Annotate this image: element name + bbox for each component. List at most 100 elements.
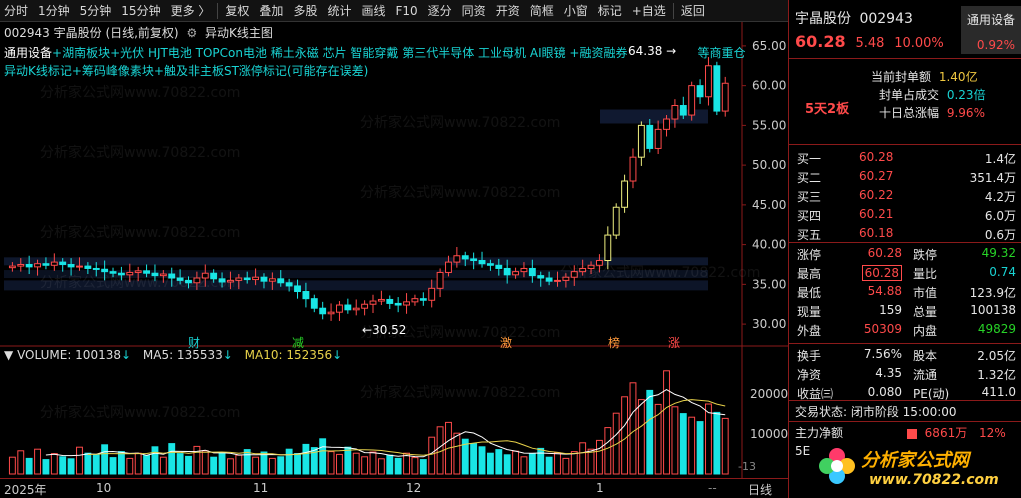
candle-body	[461, 255, 469, 260]
toolbar-item[interactable]: 画线	[356, 0, 390, 22]
toolbar-item[interactable]: 简框	[525, 0, 559, 22]
candle-body	[84, 265, 92, 269]
toolbar-item[interactable]: 15分钟	[116, 0, 165, 22]
grid-label: 股本	[913, 349, 938, 363]
volume-bar	[268, 457, 276, 475]
candle-body	[646, 124, 654, 149]
concept-tail: 等商重仓	[697, 46, 746, 60]
grid-value: 4.35	[875, 366, 902, 380]
stat-label: 当前封单额	[871, 70, 932, 84]
candle-body	[117, 272, 125, 276]
toolbar-item[interactable]: 1分钟	[33, 0, 75, 22]
candle-body	[570, 271, 578, 278]
candle-body	[428, 287, 436, 301]
divider	[789, 58, 1021, 59]
grid-label: 总量	[913, 305, 938, 319]
candle-body	[486, 263, 494, 266]
volume-bar	[84, 452, 92, 475]
toolbar-item[interactable]: 统计	[322, 0, 356, 22]
volume-tick: 20000	[750, 387, 788, 401]
candle-body	[210, 272, 218, 280]
toolbar-item[interactable]: 逐分	[423, 0, 457, 22]
candle-body	[76, 265, 83, 268]
toolbar-item[interactable]: 标记	[593, 0, 627, 22]
event-marker-incentive[interactable]: 激	[500, 334, 512, 351]
period-label[interactable]: 日线	[748, 481, 772, 498]
toolbar-item[interactable]: 小窗	[559, 0, 593, 22]
volume-bar	[637, 399, 645, 475]
toolbar-item[interactable]: 叠加	[254, 0, 288, 22]
event-marker-reduce[interactable]: 减	[292, 334, 304, 351]
toolbar-item[interactable]: F10	[390, 0, 422, 22]
grid-value: 100138	[970, 303, 1016, 317]
toolbar-item[interactable]: 更多 〉	[166, 0, 216, 22]
event-marker-rank[interactable]: 榜	[608, 334, 620, 351]
candle-body	[528, 267, 536, 277]
toolbar-item[interactable]: 返回	[676, 0, 710, 22]
candle-body	[679, 105, 687, 116]
toolbar-item[interactable]: 分时	[0, 0, 33, 22]
volume-bar	[302, 443, 310, 475]
volume-bar	[671, 406, 679, 475]
volume-bar	[159, 456, 167, 475]
candle-body	[604, 234, 612, 262]
order-volume: 1.4亿	[984, 152, 1016, 166]
volume-bar	[294, 453, 301, 475]
concept-rest: +湖南板块+光伏 HJT电池 TOPCon电池 稀土永磁 芯片 智能穿戴 第三代…	[52, 46, 628, 60]
price-tick: 50.00	[752, 158, 786, 172]
chip-block	[4, 280, 708, 291]
volume-bar	[42, 459, 50, 475]
settings-gear-icon[interactable]: ⚙	[186, 26, 197, 40]
toolbar-item[interactable]: 多股	[288, 0, 322, 22]
logo-text: 分析家公式网	[861, 450, 969, 471]
ma10-label: MA10: 152356	[244, 348, 333, 362]
chart-area[interactable]: 65.00 60.00 55.00 50.00 45.00 40.00 35.00 30.00…	[0, 22, 788, 498]
candle-body	[302, 291, 310, 300]
candle-body	[92, 267, 100, 270]
volume-bar	[570, 451, 578, 475]
volume-bar	[520, 456, 528, 475]
indicator-name[interactable]: 异动K线主图	[205, 26, 273, 40]
volume-bar	[512, 450, 520, 475]
event-marker-finance[interactable]: 财	[188, 334, 200, 351]
candle-body	[470, 258, 478, 262]
volume-bar	[59, 456, 67, 475]
grid-label: 最高	[797, 267, 822, 281]
volume-bar	[151, 446, 159, 475]
grid-label: 净资	[797, 368, 822, 382]
candle-body	[537, 275, 545, 279]
order-label: 买一	[797, 152, 822, 166]
grid-label: 量比	[913, 267, 938, 281]
volume-bar	[210, 456, 218, 475]
divider	[789, 343, 1021, 344]
volume-bar	[403, 452, 410, 475]
candle-body	[159, 273, 167, 277]
toolbar-item[interactable]: 5分钟	[75, 0, 117, 22]
limit-streak: 5天2板	[805, 102, 850, 117]
flow-box	[906, 428, 917, 439]
candle-body	[252, 276, 260, 281]
toolbar-item[interactable]: 复权	[220, 0, 254, 22]
volume-bar	[243, 449, 251, 475]
scroll-left-button[interactable]: --	[708, 481, 717, 495]
grid-value: 123.9亿	[969, 286, 1016, 300]
order-price: 60.21	[859, 207, 894, 221]
toolbar-item[interactable]: +自选	[627, 0, 671, 22]
volume-bar	[478, 446, 486, 475]
chart-header: 002943 宇晶股份 (日线,前复权) ⚙ 异动K线主图	[4, 24, 273, 41]
flower-logo-icon	[819, 448, 855, 484]
event-marker-rise[interactable]: 涨	[668, 334, 680, 351]
toolbar-item[interactable]: 同资	[457, 0, 491, 22]
order-label: 买三	[797, 190, 822, 204]
volume-bar	[277, 456, 285, 475]
volume-bar	[537, 447, 545, 475]
volume-bar	[8, 456, 16, 475]
volume-bar	[369, 451, 377, 475]
toolbar-item[interactable]: 开资	[491, 0, 525, 22]
volume-bar	[92, 454, 100, 475]
volume-bar	[503, 454, 511, 475]
grid-value: 2.05亿	[977, 349, 1016, 363]
candle-body	[411, 298, 419, 303]
volume-bar	[17, 450, 25, 475]
order-price: 60.27	[859, 169, 894, 183]
